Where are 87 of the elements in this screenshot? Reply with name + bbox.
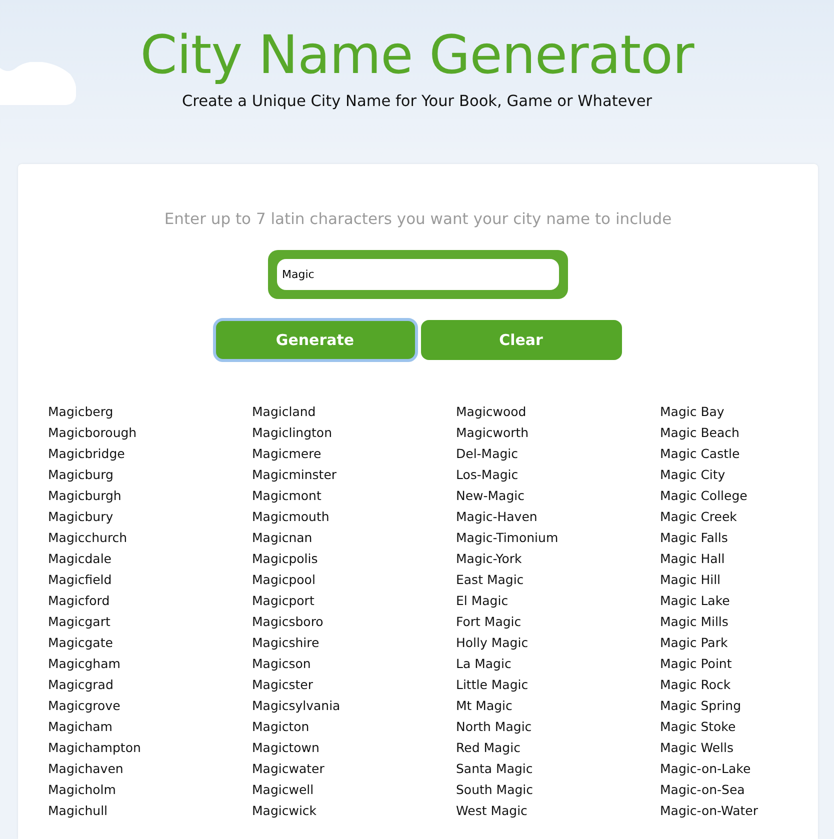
city-name: Magicport (252, 592, 314, 610)
city-name: Magicchurch (48, 529, 128, 547)
page-subtitle: Create a Unique City Name for Your Book, Game or Whatever (182, 92, 652, 110)
city-name: Magic Point (660, 655, 732, 673)
city-name: Magicster (252, 676, 313, 694)
city-name: Magicpool (252, 571, 316, 589)
city-name: Magic-Timonium (456, 529, 558, 547)
city-name: Magic Spring (660, 697, 742, 715)
city-name: Magicwood (456, 403, 526, 421)
city-name: Magicbury (48, 508, 114, 526)
input-prompt: Enter up to 7 latin characters you want your city name to include (164, 209, 672, 230)
city-name: Magicdale (48, 550, 112, 568)
generate-button[interactable]: Generate (214, 320, 416, 360)
city-name: Magic Stoke (660, 718, 736, 736)
city-name: Magicwick (252, 802, 317, 820)
city-name: Magic Hall (660, 550, 725, 568)
city-name: Magic Rock (660, 676, 731, 694)
city-name: Los-Magic (456, 466, 518, 484)
city-name: Magicshire (252, 634, 320, 652)
city-name: Magicland (252, 403, 316, 421)
city-name: Magichull (48, 802, 108, 820)
city-name: Magic-on-Water (660, 802, 758, 820)
city-name: Magic-on-Sea (660, 781, 745, 799)
city-name: Magic-on-Lake (660, 760, 751, 778)
city-name: La Magic (456, 655, 512, 673)
city-name: Santa Magic (456, 760, 533, 778)
city-name: West Magic (456, 802, 528, 820)
city-name: Magic City (660, 466, 726, 484)
city-name: Mt Magic (456, 697, 512, 715)
city-name: Magicton (252, 718, 310, 736)
city-name: Magichampton (48, 739, 141, 757)
city-name: South Magic (456, 781, 534, 799)
city-name: Magic Beach (660, 424, 740, 442)
city-name: Magicworth (456, 424, 529, 442)
city-name: Magicgate (48, 634, 113, 652)
city-name: Del-Magic (456, 445, 518, 463)
city-name: Magicgham (48, 655, 120, 673)
city-name: Magicmont (252, 487, 322, 505)
city-name: Magicburgh (48, 487, 122, 505)
city-name: Magicsylvania (252, 697, 340, 715)
city-name: Magicham (48, 718, 112, 736)
page-title: City Name Generator (140, 25, 694, 87)
city-name: Magicborough (48, 424, 137, 442)
city-name: Magic Lake (660, 592, 730, 610)
clear-button[interactable]: Clear (420, 320, 622, 360)
city-name: Magicbridge (48, 445, 125, 463)
city-name: Magicminster (252, 466, 337, 484)
city-name: Magicwater (252, 760, 324, 778)
city-name: Magic Mills (660, 613, 728, 631)
city-name: New-Magic (456, 487, 524, 505)
city-name: Magicfield (48, 571, 112, 589)
city-name: Magicsboro (252, 613, 324, 631)
city-name: Magicnan (252, 529, 312, 547)
city-name: Magicson (252, 655, 311, 673)
city-name: Magicberg (48, 403, 114, 421)
city-name: Fort Magic (456, 613, 522, 631)
city-name: Magic Wells (660, 739, 734, 757)
city-name: Magicholm (48, 781, 116, 799)
city-name: East Magic (456, 571, 524, 589)
city-name: Magicgrove (48, 697, 120, 715)
city-name: Little Magic (456, 676, 528, 694)
cloud-icon (0, 62, 76, 105)
city-name: Magic Park (660, 634, 728, 652)
city-name: Magicburg (48, 466, 114, 484)
city-name: Magiclington (252, 424, 332, 442)
city-name: Magicford (48, 592, 110, 610)
city-name: Magic Bay (660, 403, 724, 421)
city-name: Magichaven (48, 760, 124, 778)
city-name: Magicpolis (252, 550, 318, 568)
city-name: Magic-York (456, 550, 522, 568)
city-name: Magic Hill (660, 571, 721, 589)
city-name: Magic Castle (660, 445, 740, 463)
city-name: Magictown (252, 739, 320, 757)
city-name: Red Magic (456, 739, 520, 757)
city-name: Magicmere (252, 445, 322, 463)
city-name: Magic College (660, 487, 748, 505)
city-name: Magicgrad (48, 676, 114, 694)
city-name: Magicwell (252, 781, 314, 799)
city-name: Magicgart (48, 613, 110, 631)
city-name: Magic Creek (660, 508, 737, 526)
text-input[interactable]: Magic (277, 259, 559, 290)
city-name: Magic-Haven (456, 508, 538, 526)
city-name: North Magic (456, 718, 532, 736)
city-name: El Magic (456, 592, 508, 610)
city-name: Holly Magic (456, 634, 528, 652)
city-name: Magicmouth (252, 508, 330, 526)
city-name: Magic Falls (660, 529, 728, 547)
